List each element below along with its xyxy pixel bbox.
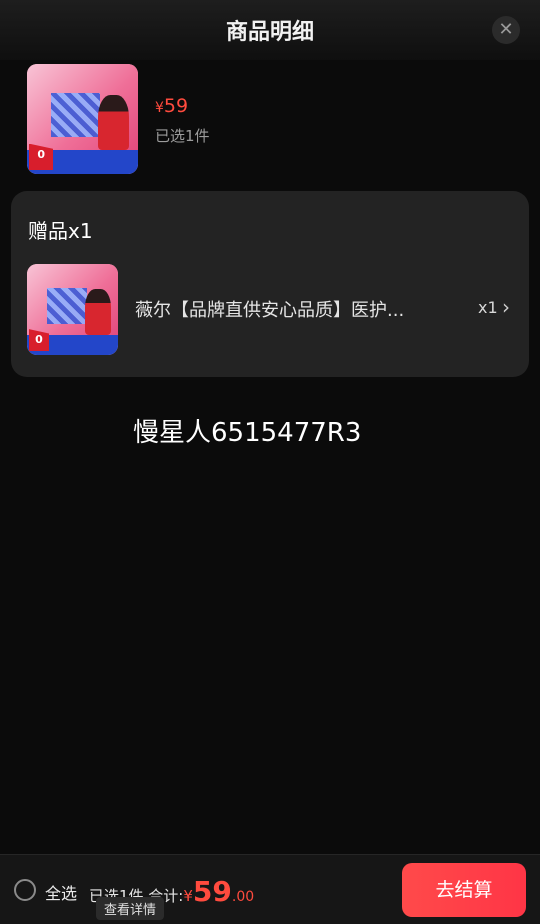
select-all-label[interactable]: 全选: [45, 880, 77, 904]
chevron-right-icon[interactable]: ›: [502, 295, 510, 319]
close-icon[interactable]: ✕: [492, 16, 520, 44]
bottom-bar: 全选 已选1件,合计:¥59.00 查看详情 去结算: [0, 854, 540, 924]
selected-count: 已选1件: [155, 127, 210, 145]
total-decimal: .00: [231, 889, 255, 905]
product-price: ¥59: [155, 95, 188, 117]
page-title: 商品明细: [225, 20, 314, 45]
gift-quantity: x1: [478, 298, 498, 317]
gift-title: 赠品x1: [28, 219, 93, 243]
watermark-text: 慢星人6515477R3: [133, 418, 362, 448]
gift-name[interactable]: 薇尔【品牌直供安心品质】医护...: [135, 296, 435, 322]
gift-card: 赠品x1 0 薇尔【品牌直供安心品质】医护... x1 ›: [11, 191, 529, 377]
product-image[interactable]: 0: [27, 64, 138, 174]
select-all-radio[interactable]: [14, 879, 36, 901]
total-currency: ¥: [183, 887, 193, 905]
currency-symbol: ¥: [155, 100, 164, 116]
total-integer: 59: [192, 875, 232, 908]
price-value: 59: [163, 95, 189, 117]
view-details-button[interactable]: 查看详情: [96, 897, 165, 920]
gift-image[interactable]: 0: [27, 264, 118, 355]
checkout-button[interactable]: 去结算: [402, 863, 526, 917]
header: 商品明细 ✕: [0, 0, 540, 60]
